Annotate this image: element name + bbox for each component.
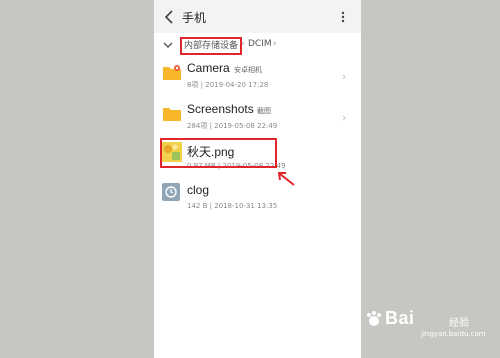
breadcrumb-current[interactable]: DCIM xyxy=(248,39,272,49)
page-title: 手机 xyxy=(182,11,207,25)
item-meta: 142 B | 2018-10-31 13:35 xyxy=(187,202,278,210)
breadcrumb-trail-arrow: › xyxy=(273,39,277,49)
folder-icon xyxy=(163,108,181,121)
clog-file-icon xyxy=(162,183,180,201)
item-name: Camera xyxy=(187,61,230,75)
item-tag: 截图 xyxy=(257,107,271,115)
watermark-url: jingyan.baidu.com xyxy=(421,330,486,338)
chevron-right-icon: › xyxy=(342,111,347,124)
item-name: clog xyxy=(187,183,210,197)
pointer-arrow-icon xyxy=(277,172,295,186)
item-name: Screenshots xyxy=(187,102,254,116)
chevron-right-icon: › xyxy=(342,70,347,83)
item-meta: 284项 | 2019-05-08 22:49 xyxy=(187,122,278,130)
item-meta: 8项 | 2019-04-20 17:28 xyxy=(187,81,269,89)
collapse-chevron-icon[interactable] xyxy=(163,41,173,49)
baidu-watermark: Bai 经验 jingyan.baidu.com xyxy=(365,304,495,344)
highlight-box xyxy=(160,138,277,168)
paw-logo-icon xyxy=(367,311,381,326)
list-item-screenshots[interactable]: Screenshots 截图 284项 | 2019-05-08 22:49 › xyxy=(154,99,361,139)
breadcrumb-separator: › xyxy=(241,39,245,49)
breadcrumb: 内部存储设备 › DCIM › xyxy=(154,33,361,56)
watermark-brand: Bai xyxy=(385,308,415,328)
more-menu-icon[interactable] xyxy=(340,11,346,23)
folder-icon xyxy=(163,65,181,80)
breadcrumb-root[interactable]: 内部存储设备 xyxy=(180,37,243,55)
item-tag: 安卓相机 xyxy=(234,66,262,74)
top-bar: 手机 xyxy=(154,0,361,33)
back-arrow-icon[interactable] xyxy=(164,10,176,24)
watermark-brand2: 经验 xyxy=(449,318,469,329)
file-manager-screen: 手机 内部存储设备 › DCIM › Camera 安卓相机 8项 | 2019… xyxy=(154,0,361,358)
list-item-camera[interactable]: Camera 安卓相机 8项 | 2019-04-20 17:28 › xyxy=(154,58,361,98)
list-item-clog[interactable]: clog 142 B | 2018-10-31 13:35 xyxy=(154,180,361,220)
